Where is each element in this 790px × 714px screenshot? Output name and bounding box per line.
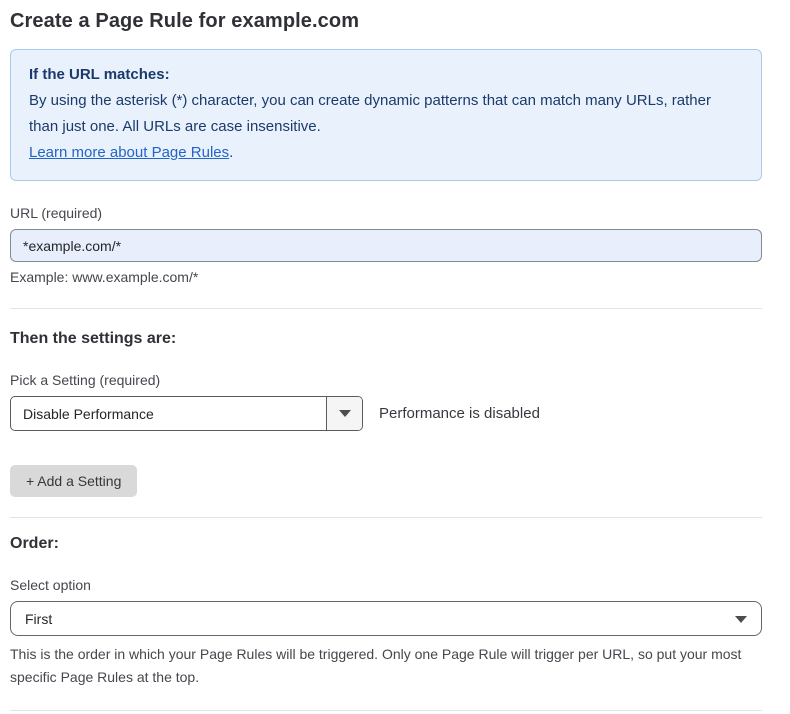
chevron-down-icon — [339, 410, 351, 417]
order-select[interactable]: First — [10, 601, 762, 636]
chevron-down-icon — [735, 616, 747, 623]
info-box-link-line: Learn more about Page Rules. — [29, 140, 743, 166]
link-period: . — [229, 144, 233, 161]
order-section-heading: Order: — [10, 535, 762, 553]
url-matches-info-box: If the URL matches: By using the asteris… — [10, 49, 762, 181]
divider — [10, 517, 762, 518]
setting-row: Disable Performance Performance is disab… — [10, 396, 762, 431]
setting-select-arrow-button[interactable] — [326, 397, 362, 430]
info-box-body: By using the asterisk (*) character, you… — [29, 88, 743, 140]
pick-setting-label: Pick a Setting (required) — [10, 372, 762, 388]
learn-more-link[interactable]: Learn more about Page Rules — [29, 144, 229, 161]
info-box-heading: If the URL matches: — [29, 62, 743, 88]
url-input[interactable] — [10, 229, 762, 262]
add-setting-button[interactable]: + Add a Setting — [10, 465, 137, 497]
url-example-text: Example: www.example.com/* — [10, 269, 762, 285]
setting-select[interactable]: Disable Performance — [10, 396, 363, 431]
divider — [10, 308, 762, 309]
setting-status-text: Performance is disabled — [379, 405, 540, 422]
setting-select-value: Disable Performance — [11, 397, 326, 430]
order-select-label: Select option — [10, 577, 762, 593]
url-label: URL (required) — [10, 205, 762, 221]
create-page-rule-page: Create a Page Rule for example.com If th… — [0, 0, 790, 714]
page-title: Create a Page Rule for example.com — [10, 10, 762, 33]
order-help-text: This is the order in which your Page Rul… — [10, 643, 750, 689]
settings-section-heading: Then the settings are: — [10, 330, 762, 348]
order-select-value: First — [25, 611, 52, 627]
divider — [10, 710, 762, 711]
